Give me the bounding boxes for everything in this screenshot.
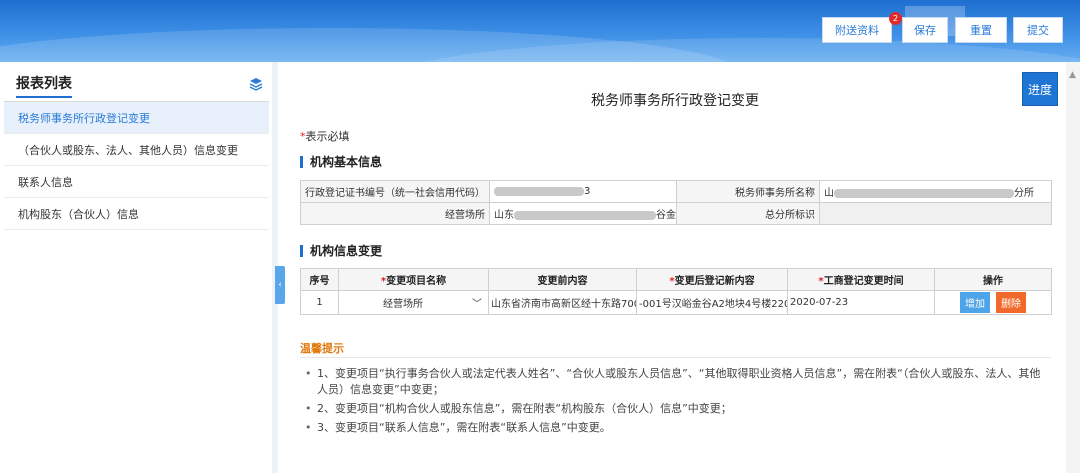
code-value-tail: 3 — [584, 186, 591, 197]
sidebar-title: 报表列表 — [16, 73, 72, 98]
redacted-block — [834, 188, 1014, 198]
sidebar-item-contact[interactable]: 联系人信息 — [4, 166, 269, 198]
basic-info-table: 行政登记证书编号（统一社会信用代码） 3 税务师事务所名称 山 分所 经营场所 山… — [300, 180, 1052, 225]
col-time-text: 工商登记变更时间 — [823, 276, 904, 287]
tips-list: 1、变更项目“执行事务合伙人或法定代表人姓名”、“合伙人或股东人员信息”、“其他… — [305, 366, 1050, 439]
basic-info-section-title: 机构基本信息 — [300, 156, 382, 168]
chevron-down-icon: ﹀ — [472, 299, 482, 310]
required-note: *表示必填 — [300, 128, 350, 144]
sidebar-item-personnel-change[interactable]: （合伙人或股东、法人、其他人员）信息变更 — [4, 134, 269, 166]
redacted-block — [494, 186, 584, 196]
scroll-up-icon[interactable]: ▲ — [1069, 70, 1076, 80]
chevron-left-icon: ‹ — [278, 280, 282, 290]
save-button[interactable]: 保存 — [902, 17, 948, 43]
code-label: 行政登记证书编号（统一社会信用代码） — [300, 180, 490, 203]
add-row-button[interactable]: 增加 — [960, 292, 990, 313]
firm-name-label: 税务师事务所名称 — [676, 180, 820, 203]
attach-materials-button[interactable]: 附送资料 — [822, 17, 892, 43]
branch-flag-value — [819, 202, 1052, 225]
collapse-sidebar-button[interactable]: ‹ — [275, 266, 285, 304]
tips-divider — [300, 357, 1051, 358]
address-head: 山东 — [494, 210, 514, 221]
page-title: 税务师事务所行政登记变更 — [591, 93, 759, 109]
row-seq: 1 — [300, 290, 339, 315]
change-date-field[interactable]: 2020-07-23 — [787, 290, 935, 315]
attach-count-badge: 2 — [889, 12, 902, 25]
col-time: *工商登记变更时间 — [787, 268, 935, 291]
firm-name-tail: 分所 — [1014, 188, 1034, 199]
address-value: 山东 谷金 — [489, 202, 677, 225]
list-item: 1、变更项目“执行事务合伙人或法定代表人姓名”、“合伙人或股东人员信息”、“其他… — [305, 366, 1050, 398]
change-item-value: 经营场所 — [383, 299, 423, 310]
layers-icon[interactable] — [249, 77, 263, 94]
address-tail: 谷金 — [656, 210, 676, 221]
vertical-scrollbar[interactable] — [1066, 62, 1080, 473]
code-value: 3 — [489, 180, 677, 203]
row-ops: 增加 删除 — [934, 290, 1052, 315]
report-list-sidebar: 报表列表 税务师事务所行政登记变更 （合伙人或股东、法人、其他人员）信息变更 联… — [4, 70, 269, 473]
list-item: 3、变更项目“联系人信息”，需在附表“联系人信息”中变更。 — [305, 420, 1050, 436]
delete-row-button[interactable]: 删除 — [996, 292, 1026, 313]
change-item-select[interactable]: 经营场所 ﹀ — [338, 290, 489, 315]
top-banner: 附送资料 2 保存 重置 提交 — [0, 0, 1080, 62]
firm-name-head: 山 — [824, 188, 834, 199]
col-ops: 操作 — [934, 268, 1052, 291]
col-after: *变更后登记新内容 — [636, 268, 788, 291]
after-content-field[interactable]: -001号汉峪金谷A2地块4号楼2202室 — [636, 290, 788, 315]
col-item: *变更项目名称 — [338, 268, 489, 291]
branch-flag-label: 总分所标识 — [676, 202, 820, 225]
col-before: 变更前内容 — [488, 268, 637, 291]
change-info-table: 序号 *变更项目名称 变更前内容 *变更后登记新内容 *工商登记变更时间 操作 … — [300, 268, 1052, 315]
col-item-text: 变更项目名称 — [386, 276, 447, 287]
list-item: 2、变更项目“机构合伙人或股东信息”，需在附表“机构股东（合伙人）信息”中变更； — [305, 401, 1050, 417]
table-header-row: 序号 *变更项目名称 变更前内容 *变更后登记新内容 *工商登记变更时间 操作 — [300, 268, 1052, 291]
tips-title: 温馨提示 — [300, 342, 344, 355]
sidebar-header: 报表列表 — [4, 70, 269, 102]
required-note-text: 表示必填 — [305, 130, 350, 143]
table-row: 经营场所 山东 谷金 总分所标识 — [300, 202, 1052, 225]
address-label: 经营场所 — [300, 202, 490, 225]
submit-button[interactable]: 提交 — [1013, 17, 1063, 43]
firm-name-value: 山 分所 — [819, 180, 1052, 203]
col-seq: 序号 — [300, 268, 339, 291]
redacted-block — [514, 210, 656, 220]
table-row: 行政登记证书编号（统一社会信用代码） 3 税务师事务所名称 山 分所 — [300, 180, 1052, 203]
before-content-field[interactable]: 山东省济南市高新区经十东路7001号汉峪金谷A2地块4号楼2202室 — [488, 290, 637, 315]
reset-button[interactable]: 重置 — [955, 17, 1007, 43]
change-info-section-title: 机构信息变更 — [300, 245, 382, 257]
sidebar-item-shareholder[interactable]: 机构股东（合伙人）信息 — [4, 198, 269, 230]
sidebar-item-admin-change[interactable]: 税务师事务所行政登记变更 — [4, 102, 269, 134]
table-row: 1 经营场所 ﹀ 山东省济南市高新区经十东路7001号汉峪金谷A2地块4号楼220… — [300, 290, 1052, 315]
col-after-text: 变更后登记新内容 — [674, 276, 755, 287]
